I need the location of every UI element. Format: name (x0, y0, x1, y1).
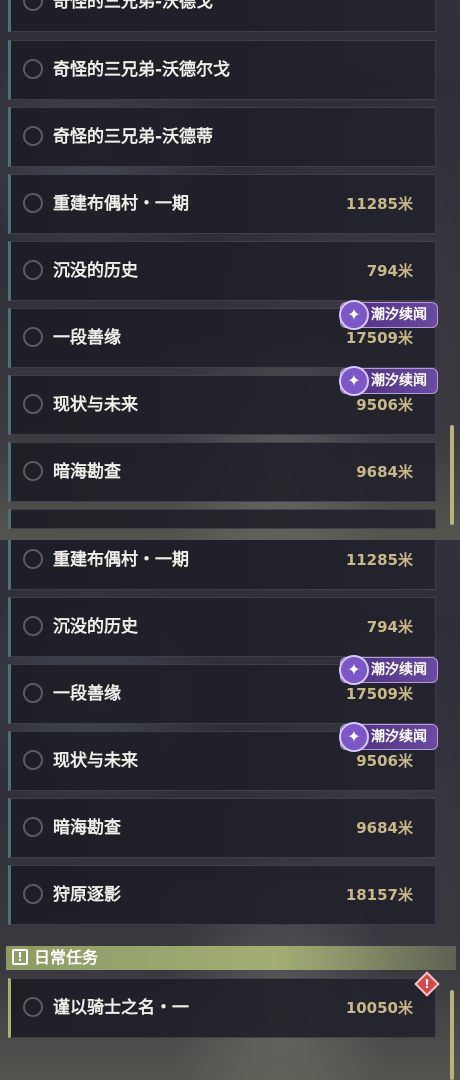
exclamation-icon: ! (12, 949, 28, 965)
section-title: 日常任务 (34, 948, 99, 967)
quest-row[interactable]: 沉没的历史 794米 (8, 241, 436, 301)
quest-title: 一段善缘 (53, 684, 121, 704)
daily-quests-section-header[interactable]: ! 日常任务 (6, 946, 456, 970)
quest-row[interactable]: 重建布偶村・一期 11285米 (8, 540, 436, 590)
quest-distance: 9684米 (356, 819, 413, 837)
quest-status-circle-icon (23, 260, 43, 280)
quest-title: 现状与未来 (53, 751, 138, 771)
quest-title: 沉没的历史 (53, 617, 138, 637)
quest-row[interactable]: 沉没的历史 794米 (8, 597, 436, 657)
tidal-tale-badge: ✦ 潮汐续闻 (339, 655, 438, 685)
quest-row[interactable]: 暗海勘查 9684米 (8, 798, 436, 858)
badge-label: 潮汐续闻 (371, 307, 427, 323)
quest-title: 奇怪的三兄弟-沃德戈 (53, 0, 214, 12)
quest-distance: 794米 (366, 262, 413, 280)
quest-status-circle-icon (23, 394, 43, 414)
scrollbar-thumb[interactable] (450, 990, 454, 1080)
quest-row[interactable]: 奇怪的三兄弟-沃德尔戈 (8, 40, 436, 100)
quest-status-circle-icon (23, 327, 43, 347)
quest-title: 奇怪的三兄弟-沃德蒂 (53, 127, 214, 147)
quest-status-circle-icon (23, 683, 43, 703)
quest-status-circle-icon (23, 549, 43, 569)
quest-title: 重建布偶村・一期 (53, 550, 189, 570)
quest-status-circle-icon (23, 997, 43, 1017)
badge-label: 潮汐续闻 (371, 729, 427, 745)
scrollbar-thumb[interactable] (450, 425, 454, 525)
tidal-tale-badge: ✦ 潮汐续闻 (339, 722, 438, 752)
quest-status-circle-icon (23, 817, 43, 837)
quest-title: 谨以骑士之名・一 (53, 998, 189, 1018)
quest-row[interactable]: 奇怪的三兄弟-沃德蒂 (8, 107, 436, 167)
sparkle-moon-icon: ✦ (339, 366, 369, 396)
quest-status-circle-icon (23, 59, 43, 79)
quest-status-circle-icon (23, 461, 43, 481)
quest-status-circle-icon (23, 884, 43, 904)
quest-title: 重建布偶村・一期 (53, 194, 189, 214)
sparkle-moon-icon: ✦ (339, 655, 369, 685)
quest-title: 暗海勘查 (53, 462, 121, 482)
quest-distance: 11285米 (345, 195, 413, 213)
tidal-tale-badge: ✦ 潮汐续闻 (339, 300, 438, 330)
daily-quest-row[interactable]: 谨以骑士之名・一 10050米 (8, 978, 436, 1038)
quest-row[interactable]: 暗海勘查 9684米 (8, 442, 436, 502)
quest-status-circle-icon (23, 193, 43, 213)
quest-title: 暗海勘查 (53, 818, 121, 838)
quest-row[interactable]: 狩原逐影 18157米 (8, 865, 436, 925)
sparkle-moon-icon: ✦ (339, 722, 369, 752)
quest-list-panel-bottom: 重建布偶村・一期 11285米 沉没的历史 794米 一段善缘 17509米 ✦… (0, 540, 460, 1080)
quest-status-circle-icon (23, 750, 43, 770)
tidal-tale-badge: ✦ 潮汐续闻 (339, 366, 438, 396)
quest-distance: 10050米 (345, 999, 413, 1017)
quest-title: 奇怪的三兄弟-沃德尔戈 (53, 60, 231, 80)
quest-row[interactable]: 重建布偶村・一期 11285米 (8, 174, 436, 234)
quest-status-circle-icon (23, 0, 43, 11)
quest-status-circle-icon (23, 616, 43, 636)
quest-distance: 18157米 (345, 886, 413, 904)
quest-list-panel-top: 奇怪的三兄弟-沃德戈 奇怪的三兄弟-沃德尔戈 奇怪的三兄弟-沃德蒂 重建布偶村・… (0, 0, 460, 540)
quest-distance: 9684米 (356, 463, 413, 481)
warning-exclamation-icon: ! (424, 977, 430, 991)
badge-label: 潮汐续闻 (371, 373, 427, 389)
quest-distance: 794米 (366, 618, 413, 636)
quest-status-circle-icon (23, 126, 43, 146)
quest-row-partial[interactable] (8, 509, 436, 529)
sparkle-moon-icon: ✦ (339, 300, 369, 330)
quest-title: 现状与未来 (53, 395, 138, 415)
quest-row[interactable]: 奇怪的三兄弟-沃德戈 (8, 0, 436, 32)
badge-label: 潮汐续闻 (371, 662, 427, 678)
quest-title: 狩原逐影 (53, 885, 121, 905)
quest-title: 沉没的历史 (53, 261, 138, 281)
quest-distance: 11285米 (345, 551, 413, 569)
quest-title: 一段善缘 (53, 328, 121, 348)
